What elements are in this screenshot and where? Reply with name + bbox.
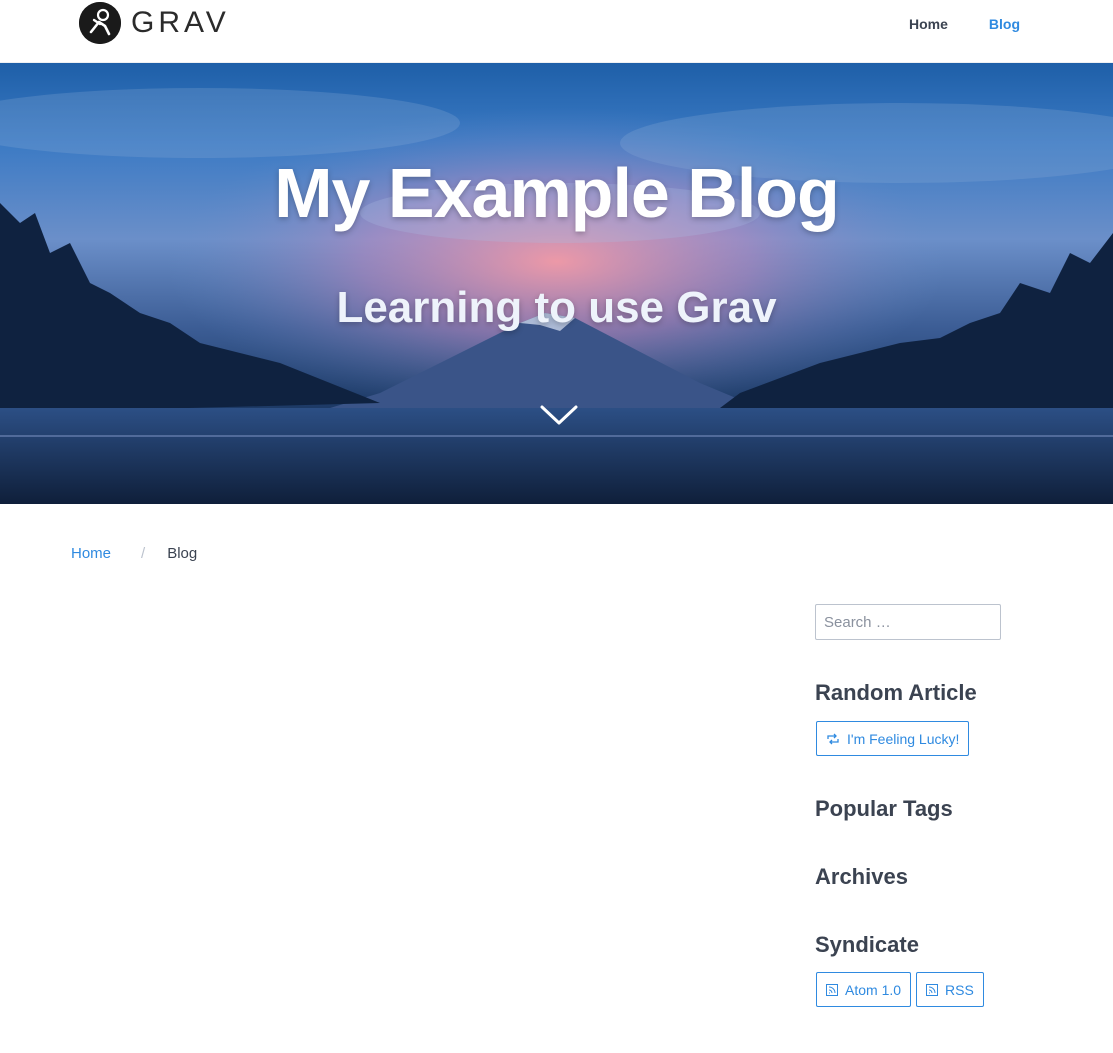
feeling-lucky-label: I'm Feeling Lucky! — [847, 730, 960, 747]
sidebar: Random Article I'm Feeling Lucky! Popula… — [815, 604, 1015, 1007]
chevron-down-icon[interactable] — [539, 403, 579, 427]
syndicate-heading: Syndicate — [815, 932, 919, 957]
archives-heading: Archives — [815, 864, 908, 889]
breadcrumb: Home / Blog — [71, 545, 197, 562]
nav-home[interactable]: Home — [909, 14, 948, 34]
rss-feed-button[interactable]: RSS — [916, 972, 984, 1007]
feeling-lucky-button[interactable]: I'm Feeling Lucky! — [816, 721, 970, 756]
atom-feed-button[interactable]: Atom 1.0 — [816, 972, 912, 1007]
main-nav: Home Blog — [868, 14, 1020, 34]
retweet-icon — [826, 733, 840, 745]
search-input[interactable] — [815, 604, 1001, 640]
atom-feed-label: Atom 1.0 — [845, 981, 902, 998]
nav-blog[interactable]: Blog — [989, 14, 1020, 34]
feed-icon — [926, 983, 938, 996]
logo-text: GRAV — [131, 6, 230, 39]
breadcrumb-home-link[interactable]: Home — [71, 545, 111, 562]
site-logo[interactable]: GRAV — [79, 2, 230, 44]
hero-banner: My Example Blog Learning to use Grav — [0, 63, 1113, 504]
popular-tags-heading: Popular Tags — [815, 796, 953, 821]
hero-subtitle: Learning to use Grav — [336, 283, 777, 332]
rss-feed-label: RSS — [945, 981, 974, 998]
hero-title: My Example Blog — [274, 154, 840, 232]
feed-icon — [826, 983, 838, 996]
random-article-heading: Random Article — [815, 680, 977, 705]
breadcrumb-separator: / — [141, 545, 146, 562]
site-header: GRAV Home Blog — [0, 0, 1113, 63]
breadcrumb-current: Blog — [167, 545, 198, 562]
grav-logo-icon — [79, 2, 121, 44]
